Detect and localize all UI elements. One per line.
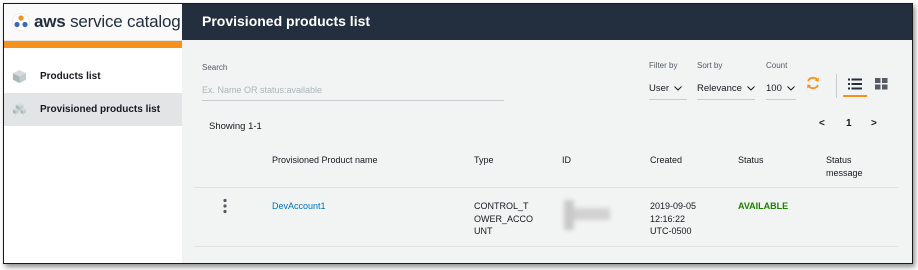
column-header-status-message[interactable]: Status message — [826, 154, 863, 180]
toolbar-divider — [836, 74, 837, 98]
redacted-id — [564, 200, 610, 230]
cube-icon — [12, 69, 27, 84]
search-input[interactable] — [202, 80, 504, 101]
column-header-status[interactable]: Status — [738, 154, 764, 167]
brand-strip — [4, 41, 182, 48]
search-label: Search — [202, 63, 228, 72]
sort-select[interactable]: Relevance — [697, 77, 755, 100]
sort-value: Relevance — [697, 82, 742, 94]
sidebar-item-provisioned-products-list[interactable]: Provisioned products list — [4, 93, 182, 126]
table-row-divider — [194, 246, 898, 247]
refresh-icon[interactable] — [805, 75, 821, 91]
chevron-down-icon — [747, 85, 755, 91]
app-window: aws service catalog Products list Provis… — [3, 3, 913, 264]
sidebar-item-products-list[interactable]: Products list — [4, 60, 182, 93]
count-select[interactable]: 100 — [766, 77, 796, 100]
current-page: 1 — [846, 118, 852, 129]
row-actions-menu-icon[interactable] — [222, 198, 228, 214]
page-title: Provisioned products list — [202, 13, 371, 29]
list-view-icon — [848, 78, 862, 90]
grid-view-icon — [874, 78, 887, 90]
column-header-id[interactable]: ID — [562, 154, 571, 167]
chevron-down-icon — [787, 85, 795, 91]
count-label: Count — [766, 61, 788, 70]
count-value: 100 — [766, 82, 782, 94]
next-page-button[interactable]: > — [871, 118, 877, 129]
status-badge: AVAILABLE — [738, 201, 789, 211]
list-view-button[interactable] — [843, 73, 867, 97]
product-created: 2019-09-05 12:16:22 UTC-0500 — [650, 201, 697, 236]
table-header-divider — [194, 187, 898, 188]
page-header: Provisioned products list — [182, 4, 912, 40]
filter-value: User — [649, 82, 670, 94]
column-header-created[interactable]: Created — [650, 154, 682, 167]
logo-prefix: aws — [34, 12, 66, 31]
filter-label: Filter by — [649, 61, 678, 70]
product-type: CONTROL_T OWER_ACCO UNT — [474, 201, 534, 236]
sidebar-item-label: Provisioned products list — [40, 104, 161, 115]
main-content: Search Filter by User Sort by Relevance … — [182, 40, 912, 263]
product-name-link[interactable]: DevAccount1 — [272, 200, 326, 213]
prev-page-button[interactable]: < — [819, 118, 825, 129]
sidebar-item-label: Products list — [40, 71, 101, 82]
logo[interactable]: aws service catalog — [4, 4, 182, 41]
sort-label: Sort by — [697, 61, 723, 70]
column-header-type[interactable]: Type — [474, 154, 494, 167]
chevron-down-icon — [674, 85, 682, 91]
grid-view-button[interactable] — [869, 73, 893, 95]
column-header-name[interactable]: Provisioned Product name — [272, 154, 378, 167]
cubes-icon — [12, 102, 27, 115]
logo-suffix: service catalog — [65, 12, 181, 31]
filter-select[interactable]: User — [649, 77, 687, 100]
results-count: Showing 1-1 — [209, 121, 262, 132]
sidebar: aws service catalog Products list Provis… — [4, 4, 182, 263]
aws-service-catalog-logo-icon — [12, 13, 30, 31]
